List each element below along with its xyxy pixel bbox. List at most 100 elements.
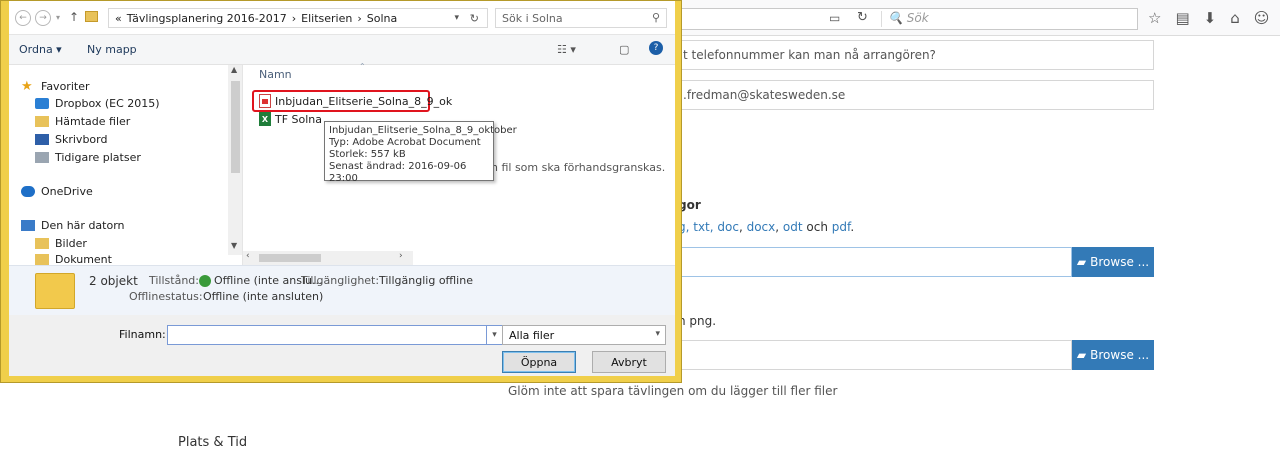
sync-status-icon bbox=[199, 275, 211, 287]
desktop-icon bbox=[35, 134, 49, 145]
preview-pane-icon[interactable]: ▢ bbox=[619, 43, 629, 56]
view-options-icon[interactable]: ☷ ▾ bbox=[557, 43, 576, 56]
file-name: Inbjudan_Elitserie_Solna_8_9_ok bbox=[275, 94, 453, 108]
path-segment[interactable]: Tävlingsplanering 2016-2017 bbox=[127, 12, 287, 25]
email-value: .fredman@skatesweden.se bbox=[683, 88, 846, 102]
nav-label: Dropbox (EC 2015) bbox=[55, 97, 160, 110]
path-dropdown-icon[interactable]: ▾ bbox=[454, 13, 459, 23]
phone-input[interactable]: t telefonnummer kan man nå arrangören? bbox=[672, 40, 1154, 70]
nav-label: OneDrive bbox=[41, 185, 93, 198]
recent-places-icon bbox=[35, 152, 49, 163]
nav-label: Favoriter bbox=[41, 80, 90, 93]
help-icon[interactable]: ? bbox=[649, 41, 663, 55]
navigation-pane: ★ Favoriter Dropbox (EC 2015) Hämtade fil… bbox=[9, 65, 243, 265]
formats-och: och bbox=[806, 220, 828, 234]
organize-button[interactable]: Ordna ▾ bbox=[19, 43, 62, 56]
refresh-icon[interactable]: ↻ bbox=[470, 12, 479, 25]
documents-folder-icon bbox=[35, 254, 49, 265]
pdf-icon bbox=[259, 94, 271, 108]
browser-toolbar-icons: ☆ ▤ ⬇ ⌂ ☺ bbox=[1148, 10, 1269, 26]
folder-search-input[interactable]: Sök i Solna ⚲ bbox=[495, 8, 667, 28]
reader-view-icon[interactable]: ▭ bbox=[829, 11, 840, 25]
folder-open-icon: ▰ bbox=[1076, 348, 1087, 362]
nav-downloads[interactable]: Hämtade filer bbox=[35, 115, 130, 128]
command-bar: Ordna ▾ Ny mapp ☷ ▾ ▢ ? bbox=[9, 35, 675, 65]
folder-search-placeholder: Sök i Solna bbox=[502, 12, 563, 25]
cancel-button[interactable]: Avbryt bbox=[592, 351, 666, 373]
computer-icon bbox=[21, 220, 35, 231]
nav-desktop[interactable]: Skrivbord bbox=[35, 133, 107, 146]
account-icon[interactable]: ☺ bbox=[1254, 10, 1270, 26]
attachment-file-input[interactable] bbox=[672, 247, 1072, 277]
dialog-body: ← → ▾ ↑ « Tävlingsplanering 2016-2017 › … bbox=[9, 1, 675, 376]
recent-dropdown-icon[interactable]: ▾ bbox=[56, 13, 60, 22]
nav-recent[interactable]: Tidigare platser bbox=[35, 151, 141, 164]
formats-prefix: g, txt, bbox=[678, 220, 718, 234]
excel-icon: X bbox=[259, 112, 271, 126]
star-icon[interactable]: ☆ bbox=[1148, 10, 1161, 26]
path-segment[interactable]: Solna bbox=[367, 12, 397, 25]
file-row[interactable]: X TF Solna bbox=[259, 112, 322, 126]
folder-icon bbox=[35, 273, 75, 309]
item-count: 2 objekt bbox=[89, 274, 138, 288]
back-icon[interactable]: ← bbox=[15, 10, 31, 26]
filename-dropdown-icon[interactable]: ▾ bbox=[487, 325, 503, 345]
offline-status-value: Offline (inte ansluten) bbox=[203, 290, 324, 303]
tooltip-size: Storlek: 557 kB bbox=[329, 149, 406, 160]
new-folder-button[interactable]: Ny mapp bbox=[87, 43, 137, 56]
downloads-folder-icon bbox=[35, 116, 49, 127]
home-icon[interactable]: ⌂ bbox=[1230, 10, 1240, 26]
availability-value: Tillgänglig offline bbox=[379, 274, 473, 287]
download-icon[interactable]: ⬇ bbox=[1204, 10, 1217, 26]
folder-open-icon: ▰ bbox=[1076, 255, 1087, 269]
path-separator-icon: › bbox=[357, 11, 362, 25]
nav-documents[interactable]: Dokument bbox=[35, 253, 112, 265]
nav-this-pc[interactable]: Den här datorn bbox=[21, 219, 125, 232]
scroll-down-icon[interactable]: ▼ bbox=[231, 241, 237, 250]
image-file-input[interactable] bbox=[672, 340, 1072, 370]
nav-dropbox[interactable]: Dropbox (EC 2015) bbox=[35, 97, 160, 110]
path-segment[interactable]: Elitserien bbox=[301, 12, 352, 25]
column-header-name[interactable]: Namn bbox=[259, 68, 292, 81]
file-row[interactable]: Inbjudan_Elitserie_Solna_8_9_ok bbox=[259, 94, 452, 108]
path-prefix: « bbox=[115, 11, 122, 25]
chevron-down-icon: ▾ bbox=[655, 329, 660, 339]
filetype-select[interactable]: Alla filer ▾ bbox=[502, 325, 666, 345]
nav-vertical-scrollbar[interactable]: ▲ ▼ bbox=[228, 65, 242, 255]
search-icon: ⚲ bbox=[651, 11, 660, 24]
availability-label: Tillgänglighet: bbox=[301, 274, 380, 287]
open-button[interactable]: Öppna bbox=[502, 351, 576, 373]
format-doc[interactable]: doc bbox=[717, 220, 739, 234]
format-docx[interactable]: docx bbox=[747, 220, 776, 234]
details-pane: 2 objekt Tillstånd: Offline (inte anslu.… bbox=[9, 265, 675, 315]
browse-button[interactable]: ▰ Browse ... bbox=[1072, 247, 1154, 277]
browse-label-image: Browse ... bbox=[1090, 348, 1150, 362]
filetype-value: Alla filer bbox=[509, 329, 555, 342]
nav-label: Hämtade filer bbox=[55, 115, 131, 128]
forward-icon[interactable]: → bbox=[35, 10, 51, 26]
reload-icon[interactable]: ↻ bbox=[857, 10, 868, 25]
allowed-formats: g, txt, doc, docx, odt och pdf. bbox=[678, 220, 855, 234]
browser-search-input[interactable]: 🔍 Sök bbox=[881, 11, 1133, 27]
up-icon[interactable]: ↑ bbox=[69, 10, 79, 24]
preview-note: n fil som ska förhandsgranskas. bbox=[491, 161, 666, 174]
open-file-dialog: ← → ▾ ↑ « Tävlingsplanering 2016-2017 › … bbox=[0, 0, 682, 383]
nav-pictures[interactable]: Bilder bbox=[35, 237, 87, 250]
format-odt[interactable]: odt bbox=[783, 220, 803, 234]
nav-favorites[interactable]: ★ Favoriter bbox=[21, 79, 89, 94]
email-input[interactable]: .fredman@skatesweden.se bbox=[672, 80, 1154, 110]
offline-status-label: Offlinestatus: bbox=[129, 290, 203, 303]
browse-button-image[interactable]: ▰ Browse ... bbox=[1072, 340, 1154, 370]
address-bar[interactable]: ▭ ↻ 🔍 Sök bbox=[680, 8, 1138, 30]
nav-onedrive[interactable]: OneDrive bbox=[21, 185, 93, 198]
nav-label: Dokument bbox=[55, 253, 112, 265]
format-pdf[interactable]: pdf bbox=[832, 220, 851, 234]
nav-label: Den här datorn bbox=[41, 219, 125, 232]
nav-scroll-thumb[interactable] bbox=[231, 81, 240, 173]
path-breadcrumb[interactable]: « Tävlingsplanering 2016-2017 › Elitseri… bbox=[108, 8, 488, 28]
reading-list-icon[interactable]: ▤ bbox=[1175, 10, 1189, 26]
save-reminder: Glöm inte att spara tävlingen om du lägg… bbox=[508, 384, 838, 398]
scroll-up-icon[interactable]: ▲ bbox=[231, 65, 237, 74]
filename-input[interactable] bbox=[167, 325, 487, 345]
dialog-footer: Filnamn: ▾ Alla filer ▾ Öppna Avbryt bbox=[9, 315, 675, 376]
